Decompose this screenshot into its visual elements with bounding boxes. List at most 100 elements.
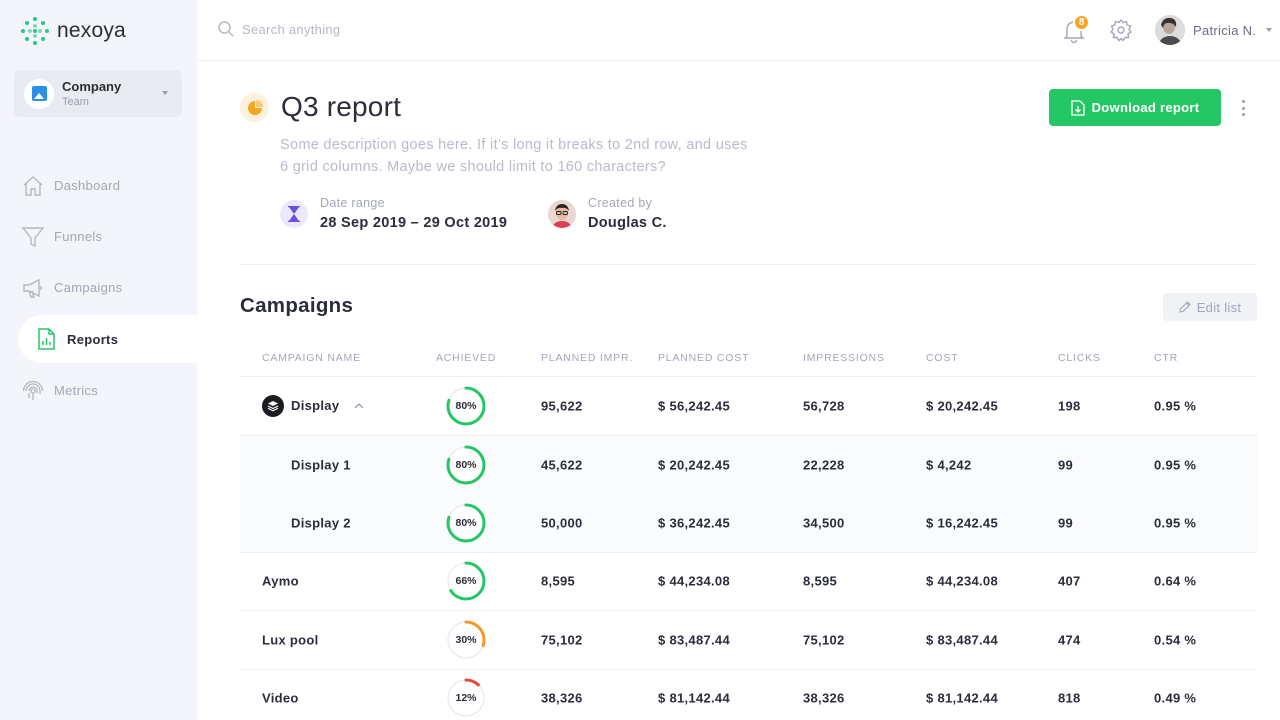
pie-chart-icon	[240, 93, 269, 122]
planned-impr-cell: 50,000	[541, 515, 583, 531]
clicks-cell: 99	[1058, 515, 1074, 531]
campaign-name-cell: Aymo	[262, 574, 299, 589]
column-header[interactable]: PLANNED IMPR.	[541, 352, 633, 364]
planned-impr-cell: 45,622	[541, 457, 583, 473]
ctr-cell: 0.54 %	[1154, 632, 1197, 648]
achieved-progress-ring: 30%	[445, 619, 487, 661]
column-header[interactable]: COST	[926, 352, 958, 364]
edit-list-button[interactable]: Edit list	[1163, 293, 1257, 321]
nexoya-logo-icon	[21, 17, 49, 45]
clicks-cell: 474	[1058, 632, 1081, 648]
sidebar-item-dashboard[interactable]: Dashboard	[0, 160, 197, 211]
ctr-cell: 0.95 %	[1154, 457, 1197, 473]
date-range: Date range 28 Sep 2019 – 29 Oct 2019	[280, 196, 507, 231]
cost-cell: $ 16,242.45	[926, 515, 998, 531]
planned-cost-cell: $ 20,242.45	[658, 457, 730, 473]
hourglass-icon	[280, 199, 308, 228]
edit-list-label: Edit list	[1196, 299, 1242, 315]
user-photo-icon	[1155, 15, 1185, 45]
download-report-label: Download report	[1091, 100, 1200, 115]
sidebar-item-campaigns[interactable]: Campaigns	[0, 262, 197, 313]
search-box[interactable]	[217, 20, 542, 38]
planned-cost-cell: $ 44,234.08	[658, 573, 730, 589]
pencil-icon	[1179, 301, 1191, 313]
table-row[interactable]: Video 12% 38,326 $ 81,142.44 38,326 $ 81,142.…	[240, 670, 1257, 720]
planned-cost-cell: $ 83,487.44	[658, 632, 730, 648]
planned-impr-cell: 38,326	[541, 690, 583, 706]
table-row[interactable]: Lux pool 30% 75,102 $ 83,487.44 75,102 $ 83,4…	[240, 611, 1257, 670]
download-report-button[interactable]: Download report	[1049, 89, 1221, 126]
campaign-name: Aymo	[262, 573, 299, 589]
sidebar-item-reports[interactable]: Reports	[18, 315, 197, 363]
cost-cell: $ 20,242.45	[926, 398, 998, 414]
campaign-name-cell: Display 1	[291, 457, 351, 472]
impressions-cell: 22,228	[803, 457, 845, 473]
achieved-label: 66%	[455, 575, 477, 588]
company-switcher[interactable]: Company Team	[14, 70, 182, 117]
achieved-label: 80%	[455, 458, 477, 471]
created-by: Created by Douglas C.	[548, 196, 667, 231]
campaign-name-cell: Display	[262, 394, 365, 417]
logo-text: nexoya	[57, 19, 126, 42]
table-header: CAMPAIGN NAME ACHIEVED PLANNED IMPR. PLA…	[240, 340, 1257, 377]
campaign-name: Lux pool	[262, 632, 319, 648]
search-icon	[218, 21, 234, 37]
cost-cell: $ 81,142.44	[926, 690, 998, 706]
column-header[interactable]: ACHIEVED	[436, 352, 496, 364]
column-header[interactable]: CTR	[1154, 352, 1178, 364]
cost-cell: $ 83,487.44	[926, 632, 998, 648]
table-row[interactable]: Display 2 80% 50,000 $ 36,242.45 34,500 $ 16,…	[240, 494, 1257, 553]
cost-cell: $ 4,242	[926, 457, 972, 473]
megaphone-icon	[23, 278, 42, 298]
ctr-cell: 0.95 %	[1154, 515, 1197, 531]
sidebar-item-label: Dashboard	[54, 178, 121, 193]
home-icon	[23, 175, 43, 196]
achieved-progress-ring: 80%	[445, 444, 487, 486]
impressions-cell: 8,595	[803, 573, 838, 589]
sidebar-item-funnels[interactable]: Funnels	[0, 211, 197, 262]
campaign-name: Display	[291, 398, 340, 414]
planned-impr-cell: 95,622	[541, 398, 583, 414]
impressions-cell: 38,326	[803, 690, 845, 706]
sidebar-item-label: Funnels	[54, 229, 103, 244]
date-range-value: 28 Sep 2019 – 29 Oct 2019	[320, 215, 508, 231]
user-menu[interactable]: Patricia N.	[1155, 15, 1273, 45]
logo[interactable]: nexoya	[21, 17, 126, 45]
planned-impr-cell: 8,595	[541, 573, 576, 589]
clicks-cell: 818	[1058, 690, 1081, 706]
achieved-progress-ring: 66%	[445, 560, 487, 602]
chevron-up-icon[interactable]	[353, 400, 365, 412]
image-icon	[31, 86, 47, 101]
campaign-name-cell: Video	[262, 691, 299, 706]
table-row[interactable]: Display 80% 95,622 $ 56,242.45 56,728 $ 20,24…	[240, 377, 1257, 436]
search-input[interactable]	[242, 21, 542, 37]
campaign-name: Video	[262, 690, 299, 706]
gear-icon[interactable]	[1109, 18, 1133, 42]
download-file-icon	[1070, 99, 1085, 116]
column-header[interactable]: IMPRESSIONS	[803, 352, 885, 364]
notification-badge: 8	[1073, 14, 1090, 31]
created-by-value: Douglas C.	[588, 215, 667, 231]
impressions-cell: 34,500	[803, 515, 845, 531]
divider	[240, 264, 1257, 265]
clicks-cell: 99	[1058, 457, 1074, 473]
impressions-cell: 56,728	[803, 398, 845, 414]
date-range-label: Date range	[320, 196, 385, 210]
column-header[interactable]: PLANNED COST	[658, 352, 749, 364]
more-options-button[interactable]	[1236, 98, 1250, 118]
table-row[interactable]: Aymo 66% 8,595 $ 44,234.08 8,595 $ 44,234.08 4…	[240, 553, 1257, 611]
company-avatar	[24, 78, 54, 109]
created-by-label: Created by	[588, 196, 653, 210]
column-header[interactable]: CLICKS	[1058, 352, 1101, 364]
column-header[interactable]: CAMPAIGN NAME	[262, 352, 361, 364]
topbar: 8 Patricia N.	[197, 0, 1280, 61]
achieved-label: 30%	[455, 633, 477, 646]
caret-down-icon	[1266, 28, 1273, 32]
funnel-icon	[21, 226, 45, 247]
campaign-name: Display 1	[291, 457, 351, 473]
clicks-cell: 407	[1058, 573, 1081, 589]
table-row[interactable]: Display 1 80% 45,622 $ 20,242.45 22,228 $ 4,2…	[240, 435, 1257, 495]
sidebar-item-metrics[interactable]: Metrics	[0, 365, 197, 416]
planned-cost-cell: $ 81,142.44	[658, 690, 730, 706]
campaign-name-cell: Display 2	[291, 515, 351, 530]
